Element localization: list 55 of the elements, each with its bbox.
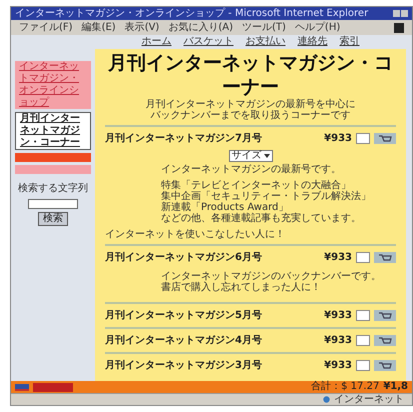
product-name: 月刊インターネットマガジン4月号 bbox=[105, 334, 262, 348]
nav-link[interactable]: バスケット bbox=[184, 37, 234, 47]
menu-item[interactable]: ファイル(F) bbox=[19, 22, 73, 32]
yen-total: ¥1,8 bbox=[383, 382, 408, 392]
cart-icon bbox=[378, 336, 392, 344]
taskbar-button[interactable] bbox=[33, 382, 73, 392]
product-description: インターネットマガジンの最新号です。 bbox=[161, 164, 342, 175]
cart-icon bbox=[378, 362, 392, 370]
add-to-cart-button[interactable] bbox=[374, 310, 396, 321]
quantity-field[interactable] bbox=[356, 335, 370, 346]
product-price: ¥933 bbox=[324, 251, 352, 265]
page-subtitle: 月刊インターネットマガジンの最新号を中心に バックナンバーまでを取り扱うコーナーです bbox=[144, 99, 356, 121]
menu-item[interactable]: ツール(T) bbox=[242, 22, 286, 32]
menu-item[interactable]: 表示(V) bbox=[124, 22, 160, 32]
product-price: ¥933 bbox=[324, 309, 352, 323]
product-name: 月刊インターネットマガジン7月号 bbox=[105, 132, 262, 146]
menu-item[interactable]: ヘルプ(H) bbox=[294, 22, 340, 32]
total-text: 合計：$ 17.27 bbox=[311, 382, 380, 392]
product-note: インターネットを使いこなしたい人に！ bbox=[105, 229, 286, 241]
globe-icon bbox=[323, 396, 330, 403]
product-name: 月刊インターネットマガジン5月号 bbox=[105, 308, 262, 323]
window-title: インターネットマガジン・オンラインショップ - Microsoft Internet Explorer bbox=[15, 8, 368, 18]
quantity-field[interactable] bbox=[356, 310, 370, 321]
sidebar-item[interactable]: 月刊インターネットマガジン・コーナー bbox=[15, 112, 91, 150]
product-price: ¥933 bbox=[324, 334, 352, 348]
quantity-field[interactable] bbox=[356, 360, 370, 371]
cart-icon bbox=[378, 254, 392, 262]
cart-icon bbox=[378, 312, 392, 320]
quantity-field[interactable] bbox=[356, 252, 370, 263]
add-to-cart-button[interactable] bbox=[374, 335, 396, 346]
add-to-cart-button[interactable] bbox=[374, 133, 396, 144]
cart-icon bbox=[378, 134, 392, 142]
flag-icon bbox=[15, 384, 29, 390]
product-name: 月刊インターネットマガジン3月号 bbox=[105, 358, 262, 373]
page-title: 月刊インターネットマガジン・コーナー bbox=[107, 51, 394, 98]
quantity-field[interactable] bbox=[356, 133, 370, 144]
menu-item[interactable]: 編集(E) bbox=[82, 22, 116, 32]
search-button[interactable]: 検索 bbox=[38, 212, 68, 226]
size-dropdown[interactable]: サイズ bbox=[228, 150, 272, 162]
add-to-cart-button[interactable] bbox=[374, 360, 396, 371]
product-name: 月刊インターネットマガジン6月号 bbox=[105, 250, 262, 265]
search-label: 検索する文字列 bbox=[18, 182, 88, 196]
caret-icon bbox=[264, 153, 270, 159]
product-price: ¥933 bbox=[324, 132, 352, 146]
product-price: ¥933 bbox=[324, 359, 352, 373]
product-description: インターネットマガジンのバックナンバーです。 書店で購入し忘れてしまった人に！ bbox=[161, 271, 382, 293]
nav-link[interactable]: 連絡先 bbox=[298, 37, 328, 47]
product-description: 特集「テレビとインターネットの大融合」 集中企画「セキュリティー・トラブル解決法」 新連載「Products Award」 などの他、各種連載記事も充実しています。 bbox=[161, 180, 372, 224]
nav-link[interactable]: 索引 bbox=[340, 37, 360, 47]
status-zone: インターネット bbox=[334, 394, 404, 404]
nav-link[interactable]: お支払い bbox=[246, 37, 286, 47]
search-field[interactable] bbox=[28, 199, 78, 209]
nav-link[interactable]: ホーム bbox=[142, 37, 172, 47]
add-to-cart-button[interactable] bbox=[374, 252, 396, 263]
menu-item[interactable]: お気に入り(A) bbox=[168, 22, 233, 32]
